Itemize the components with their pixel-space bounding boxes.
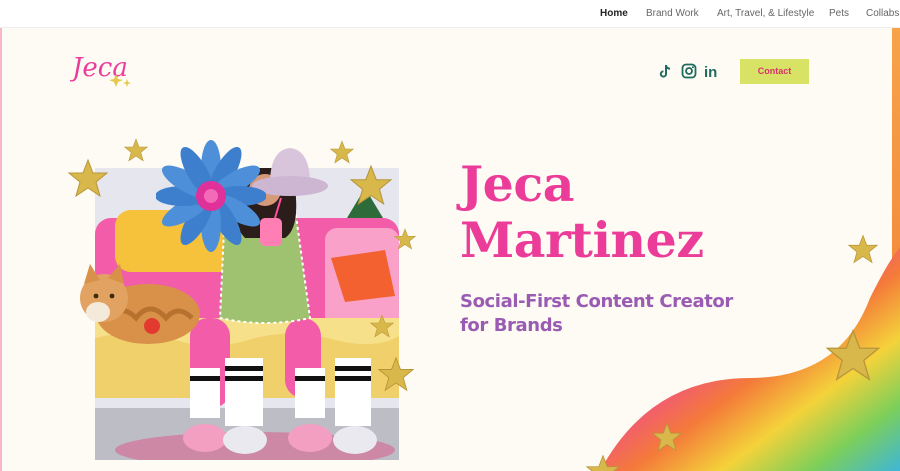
nav-collabs-link[interactable]: Collabs [866,8,899,19]
blue-flower-image [156,140,266,252]
nav-art-travel-lifestyle-link[interactable]: Art, Travel, & Lifestyle [717,8,814,19]
orange-cat-image [80,264,200,344]
hero-section: Jeca in Contact Jeca Martinez Social-Fir… [0,28,900,471]
gold-star-decoration [652,422,682,452]
gold-star-decoration [394,228,416,250]
nav-home-link[interactable]: Home [600,8,628,19]
nav-brand-work-link[interactable]: Brand Work [646,8,699,19]
gold-star-decoration [350,164,392,206]
gold-star-decoration [586,454,620,471]
gold-star-decoration [124,138,148,162]
gold-star-decoration [68,158,108,198]
svg-text:in: in [704,64,717,79]
gold-star-decoration [330,140,354,164]
contact-button[interactable]: Contact [740,59,809,84]
hero-title-first-name: Jeca [460,155,574,213]
linkedin-icon[interactable]: in [704,63,720,79]
instagram-icon[interactable] [681,63,697,79]
nav-pets-link[interactable]: Pets [829,8,849,19]
gold-star-decoration [826,328,880,381]
gold-star-decoration [370,314,394,338]
hero-photo-collage [0,28,440,471]
top-navigation: Home Brand Work Art, Travel, & Lifestyle… [0,0,900,28]
gold-star-decoration [378,356,414,392]
tiktok-icon[interactable] [657,63,673,79]
gold-star-decoration [848,234,878,264]
